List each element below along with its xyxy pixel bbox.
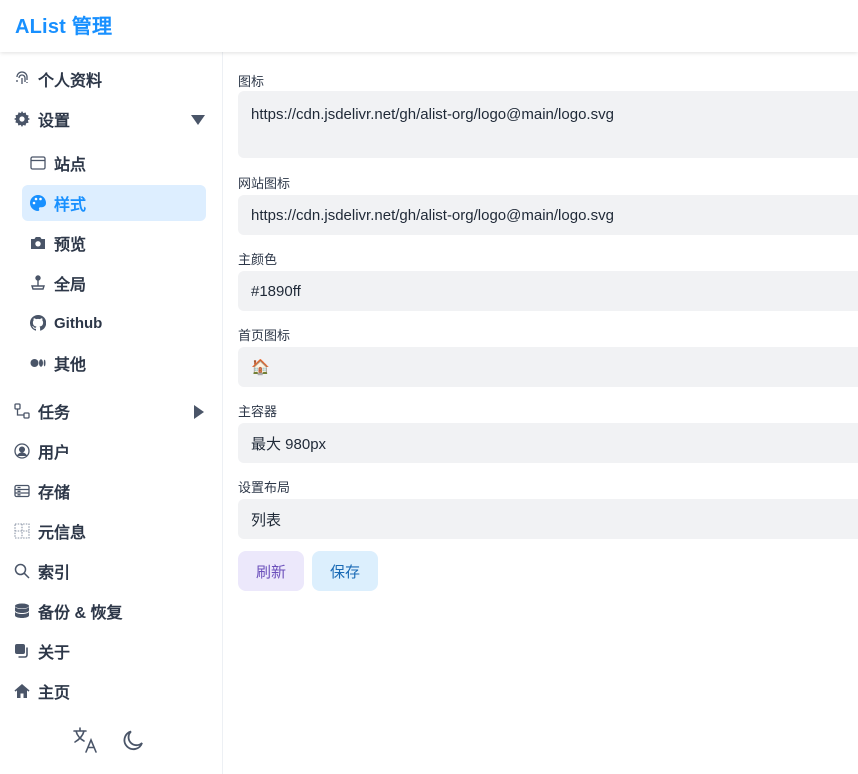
camera-icon (30, 235, 46, 251)
main-color-label: 主颜色 (238, 252, 278, 267)
sidebar-item-label: 全局 (54, 277, 87, 294)
sidebar-item-label: 用户 (38, 445, 71, 462)
chevron-right-icon (193, 405, 205, 424)
github-icon (30, 315, 46, 331)
main-color-field[interactable]: #1890ff (238, 271, 858, 311)
sidebar-item-label: 预览 (54, 237, 87, 254)
sidebar-item-label: 其他 (54, 357, 87, 374)
favicon-field[interactable]: https://cdn.jsdelivr.net/gh/alist-org/lo… (238, 195, 858, 235)
sidebar-item-label: 任务 (38, 405, 71, 422)
sidebar-item-style[interactable]: 样式 (22, 185, 206, 221)
logo-field[interactable]: https://cdn.jsdelivr.net/gh/alist-org/lo… (238, 91, 858, 158)
sidebar-item-label: 主页 (38, 685, 71, 702)
sidebar-item-other[interactable]: 其他 (0, 345, 223, 381)
favicon-label: 网站图标 (238, 176, 291, 191)
copy-icon (14, 643, 30, 659)
sidebar-item-label: 元信息 (38, 525, 87, 542)
layout-select[interactable]: 列表 (238, 499, 858, 539)
chevron-down-icon (191, 113, 205, 131)
sidebar-item-label: 个人资料 (38, 73, 103, 90)
sidebar-item-metadata[interactable]: 元信息 (0, 513, 223, 549)
translate-icon[interactable] (72, 726, 100, 754)
sidebar-item-global[interactable]: 全局 (0, 265, 223, 301)
app-title[interactable]: AList 管理 (15, 10, 112, 39)
sidebar-item-label: Github (54, 314, 103, 332)
sidebar-item-label: 关于 (38, 645, 71, 662)
user-circle-icon (14, 443, 30, 459)
home-icon-field[interactable]: 🏠 (238, 347, 858, 387)
sidebar-item-label: 备份 & 恢复 (38, 605, 123, 622)
save-button[interactable]: 保存 (312, 551, 378, 591)
sidebar-item-home[interactable]: 主页 (0, 673, 223, 709)
palette-icon (30, 195, 46, 211)
layout-label: 设置布局 (238, 480, 291, 495)
sidebar-item-about[interactable]: 关于 (0, 633, 223, 669)
sidebar-item-site[interactable]: 站点 (0, 145, 223, 181)
sidebar-item-index[interactable]: 索引 (0, 553, 223, 589)
sidebar: 个人资料 设置 站点 样式 预览 全局 Github 其他 任务 用户 存储 元… (0, 52, 223, 774)
sidebar-footer (72, 726, 148, 754)
sidebar-item-preview[interactable]: 预览 (0, 225, 223, 261)
browser-window-icon (30, 155, 46, 171)
sidebar-item-label: 存储 (38, 485, 71, 502)
medium-icon (30, 355, 46, 371)
sidebar-item-backup-restore[interactable]: 备份 & 恢复 (0, 593, 223, 629)
sidebar-item-tasks[interactable]: 任务 (0, 393, 223, 429)
sidebar-item-github[interactable]: Github (0, 305, 223, 341)
storage-icon (14, 483, 30, 499)
logo-label: 图标 (238, 74, 265, 89)
sidebar-item-storage[interactable]: 存储 (0, 473, 223, 509)
home-icon-label: 首页图标 (238, 328, 291, 343)
container-label: 主容器 (238, 404, 278, 419)
sidebar-item-users[interactable]: 用户 (0, 433, 223, 469)
sidebar-item-label: 样式 (54, 197, 87, 214)
gear-icon (14, 111, 30, 127)
metadata-icon (14, 523, 30, 539)
sidebar-item-label: 索引 (38, 565, 71, 582)
home-icon (14, 683, 30, 699)
sidebar-item-label: 站点 (54, 157, 87, 174)
database-icon (14, 603, 30, 619)
search-icon (14, 563, 30, 579)
container-select[interactable]: 最大 980px (238, 423, 858, 463)
top-bar: AList 管理 (0, 0, 858, 52)
joystick-icon (30, 275, 46, 291)
fingerprint-icon (14, 71, 30, 87)
sidebar-item-settings[interactable]: 设置 (0, 101, 223, 137)
moon-icon[interactable] (120, 726, 148, 754)
sidebar-item-profile[interactable]: 个人资料 (0, 61, 223, 97)
refresh-button[interactable]: 刷新 (238, 551, 304, 591)
workflow-icon (14, 403, 30, 419)
sidebar-item-label: 设置 (38, 113, 71, 130)
